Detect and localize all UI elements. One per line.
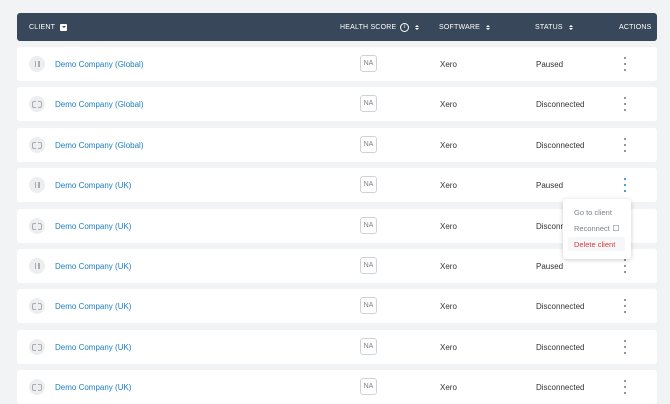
pause-icon <box>34 182 40 188</box>
more-actions-icon[interactable] <box>621 178 629 192</box>
table-row: Demo Company (UK) NA Xero Disconnected <box>17 289 657 323</box>
disconnected-icon <box>32 343 42 351</box>
more-actions-icon[interactable] <box>621 380 629 394</box>
table-row: Demo Company (UK) NA Xero Disconnected <box>17 209 657 243</box>
status-cell: Paused <box>536 180 564 190</box>
pause-icon <box>34 61 40 67</box>
health-score-badge: NA <box>360 176 377 193</box>
column-header-client-label: CLIENT <box>29 23 56 31</box>
more-actions-icon[interactable] <box>621 299 629 313</box>
table-header: CLIENT HEALTH SCORE i SOFTWARE STATUS AC… <box>17 13 657 41</box>
row-actions-menu: Go to client Reconnect Delete client <box>563 199 631 259</box>
connection-status-indicator <box>29 298 45 314</box>
table-row: Demo Company (UK) NA Xero Paused <box>17 249 657 283</box>
connection-status-indicator <box>29 177 45 193</box>
health-score-badge: NA <box>360 378 377 395</box>
table-row: Demo Company (Global) NA Xero Disconnected <box>17 128 657 162</box>
health-score-badge: NA <box>360 338 377 355</box>
status-cell: Disconnected <box>536 140 585 150</box>
connection-status-indicator <box>29 96 45 112</box>
connection-status-indicator <box>29 258 45 274</box>
table-row: Demo Company (UK) NA Xero Disconnected <box>17 370 657 404</box>
health-score-badge: NA <box>360 257 377 274</box>
column-header-health-label: HEALTH SCORE <box>340 23 397 31</box>
sort-icon[interactable] <box>415 24 420 30</box>
client-filter-dropdown-icon[interactable] <box>60 23 68 31</box>
connection-status-indicator <box>29 218 45 234</box>
table-row: Demo Company (Global) NA Xero Disconnected <box>17 87 657 121</box>
status-cell: Paused <box>536 261 564 271</box>
status-cell: Disconnected <box>536 382 585 392</box>
client-name-link[interactable]: Demo Company (UK) <box>55 370 131 404</box>
column-header-health-score[interactable]: HEALTH SCORE i <box>340 13 420 41</box>
more-actions-icon[interactable] <box>621 57 629 71</box>
table-row: Demo Company (UK) NA Xero Disconnected <box>17 330 657 364</box>
info-icon[interactable]: i <box>400 22 410 32</box>
pause-icon <box>34 263 40 269</box>
health-score-badge: NA <box>360 297 377 314</box>
client-name-link[interactable]: Demo Company (UK) <box>55 249 131 283</box>
column-header-actions-label: ACTIONS <box>619 23 652 31</box>
column-header-status[interactable]: STATUS <box>535 13 573 41</box>
client-name-link[interactable]: Demo Company (UK) <box>55 289 131 323</box>
health-score-badge: NA <box>360 136 377 153</box>
software-cell: Xero <box>440 382 457 392</box>
reconnect-label: Reconnect <box>574 223 610 233</box>
software-cell: Xero <box>440 261 457 271</box>
status-cell: Paused <box>536 59 564 69</box>
column-header-actions: ACTIONS <box>619 13 652 41</box>
software-cell: Xero <box>440 301 457 311</box>
more-actions-icon[interactable] <box>621 138 629 152</box>
menu-item-delete-client[interactable]: Delete client <box>568 237 625 251</box>
connection-status-indicator <box>29 56 45 72</box>
delete-client-label: Delete client <box>574 239 616 249</box>
status-cell: Disconnected <box>536 342 585 352</box>
table-row: Demo Company (Global) NA Xero Paused <box>17 47 657 81</box>
column-header-client[interactable]: CLIENT <box>29 13 68 41</box>
connection-status-indicator <box>29 339 45 355</box>
disconnected-icon <box>32 141 42 149</box>
health-score-badge: NA <box>360 217 377 234</box>
client-name-link[interactable]: Demo Company (UK) <box>55 330 131 364</box>
column-header-software[interactable]: SOFTWARE <box>439 13 491 41</box>
more-actions-icon[interactable] <box>621 340 629 354</box>
status-cell: Disconnected <box>536 99 585 109</box>
disconnected-icon <box>32 383 42 391</box>
more-actions-icon[interactable] <box>621 259 629 273</box>
disconnected-icon <box>32 302 42 310</box>
disconnected-icon <box>32 100 42 108</box>
software-cell: Xero <box>440 99 457 109</box>
software-cell: Xero <box>440 180 457 190</box>
connection-status-indicator <box>29 137 45 153</box>
software-cell: Xero <box>440 221 457 231</box>
client-name-link[interactable]: Demo Company (UK) <box>55 168 131 202</box>
software-cell: Xero <box>440 140 457 150</box>
sort-icon[interactable] <box>486 24 491 30</box>
client-name-link[interactable]: Demo Company (Global) <box>55 87 143 121</box>
client-name-link[interactable]: Demo Company (UK) <box>55 209 131 243</box>
external-link-icon <box>612 225 619 231</box>
menu-item-go-to-client[interactable]: Go to client <box>568 205 625 219</box>
go-to-client-label: Go to client <box>574 207 612 217</box>
table-row: Demo Company (UK) NA Xero Paused <box>17 168 657 202</box>
status-cell: Disconnected <box>536 301 585 311</box>
more-actions-icon[interactable] <box>621 97 629 111</box>
software-cell: Xero <box>440 342 457 352</box>
client-name-link[interactable]: Demo Company (Global) <box>55 128 143 162</box>
client-name-link[interactable]: Demo Company (Global) <box>55 47 143 81</box>
menu-item-reconnect[interactable]: Reconnect <box>568 221 625 235</box>
column-header-software-label: SOFTWARE <box>439 23 481 31</box>
software-cell: Xero <box>440 59 457 69</box>
disconnected-icon <box>32 222 42 230</box>
health-score-badge: NA <box>360 55 377 72</box>
sort-icon[interactable] <box>568 24 573 30</box>
column-header-status-label: STATUS <box>535 23 563 31</box>
health-score-badge: NA <box>360 95 377 112</box>
